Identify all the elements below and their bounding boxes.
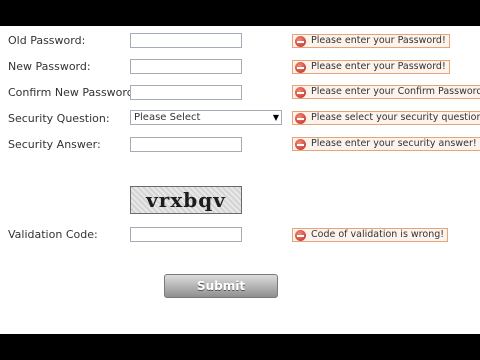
error-icon (295, 35, 306, 47)
confirm-password-input[interactable] (130, 85, 242, 100)
security-answer-label: Security Answer: (8, 138, 101, 151)
validation-code-input[interactable] (130, 227, 242, 242)
validation-code-error-text: Code of validation is wrong! (311, 229, 445, 240)
old-password-error-text: Please enter your Password! (311, 35, 446, 46)
submit-button[interactable]: Submit (164, 274, 278, 298)
new-password-error-text: Please enter your Password! (311, 61, 446, 72)
security-answer-error: Please enter your security answer! (292, 137, 480, 151)
chevron-down-icon[interactable]: ▼ (273, 111, 279, 124)
confirm-password-error: Please enter your Confirm Password! (292, 85, 480, 99)
validation-code-error: Code of validation is wrong! (292, 228, 449, 242)
old-password-error: Please enter your Password! (292, 34, 450, 48)
security-answer-input[interactable] (130, 137, 242, 152)
security-question-error-text: Please select your security question! (311, 112, 480, 123)
new-password-error: Please enter your Password! (292, 60, 450, 74)
error-icon (295, 61, 306, 73)
old-password-input[interactable] (130, 33, 242, 48)
security-question-selected: Please Select (134, 112, 201, 123)
confirm-password-label: Confirm New Password: (8, 86, 138, 99)
security-question-error: Please select your security question! (292, 111, 480, 125)
new-password-input[interactable] (130, 59, 242, 74)
validation-code-label: Validation Code: (8, 228, 98, 241)
error-icon (295, 86, 306, 98)
captcha-image: vrxbqv (130, 186, 242, 214)
confirm-password-error-text: Please enter your Confirm Password! (311, 86, 480, 97)
security-question-label: Security Question: (8, 112, 110, 125)
error-icon (295, 138, 306, 150)
error-icon (295, 112, 306, 124)
new-password-label: New Password: (8, 60, 91, 73)
security-answer-error-text: Please enter your security answer! (311, 138, 477, 149)
error-icon (295, 229, 306, 241)
security-question-select[interactable]: Please Select ▼ (130, 110, 282, 125)
old-password-label: Old Password: (8, 34, 86, 47)
